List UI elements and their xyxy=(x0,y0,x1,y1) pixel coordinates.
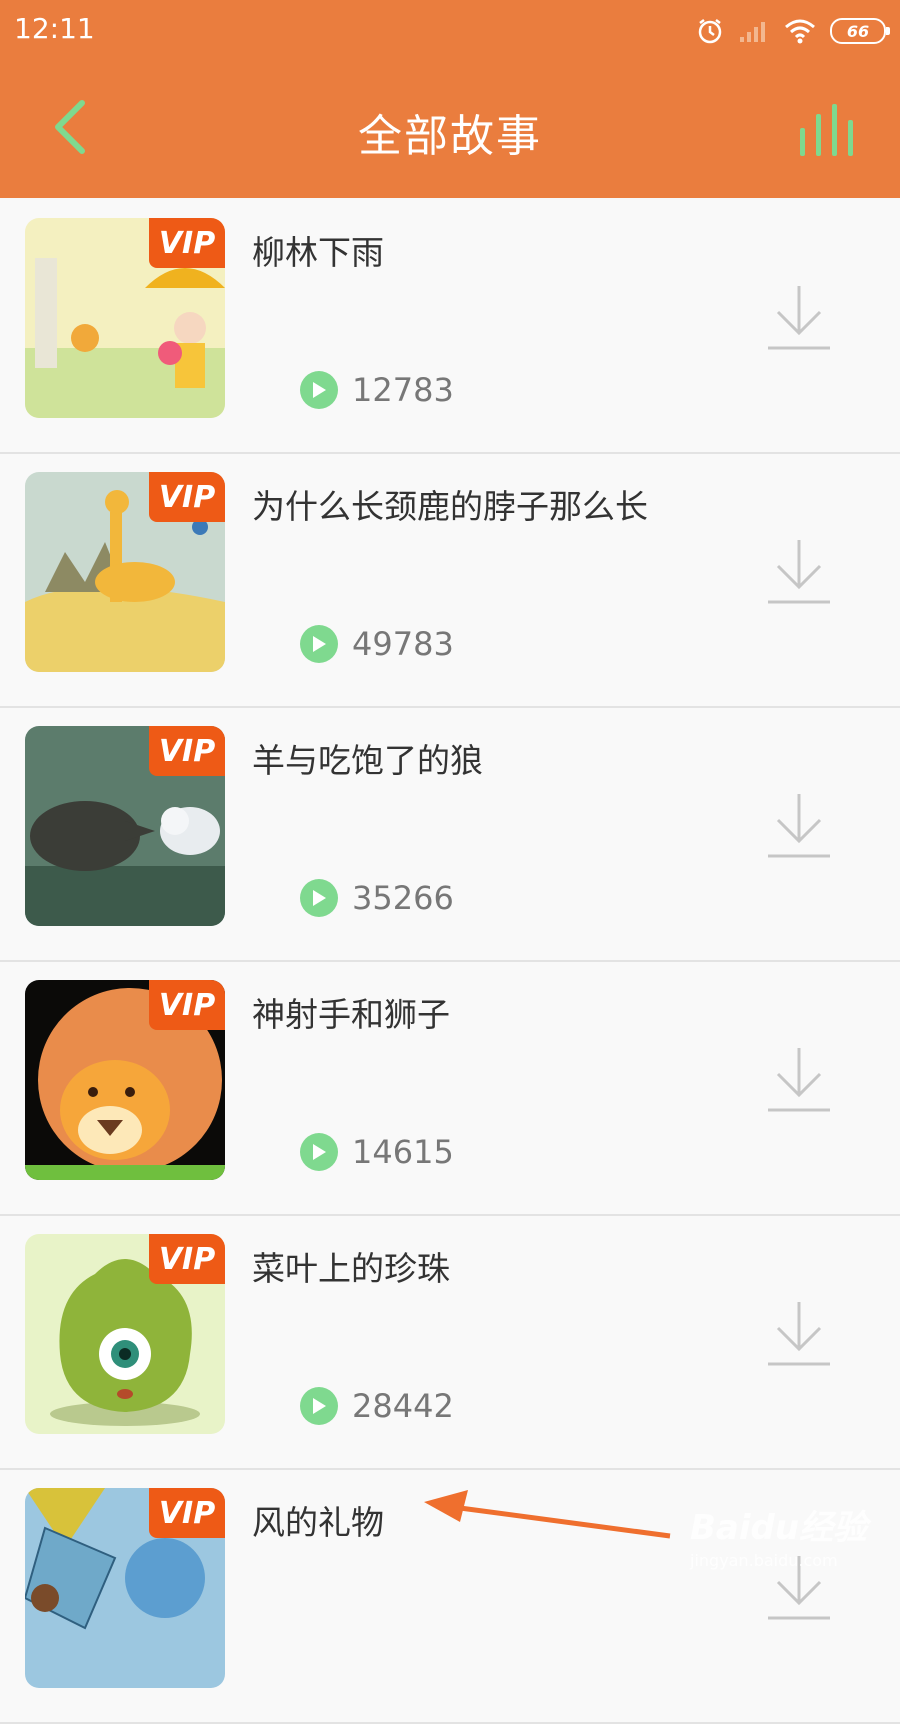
play-count-group: 35266 xyxy=(300,878,454,918)
story-cover: VIP xyxy=(25,726,225,926)
play-icon xyxy=(300,879,338,917)
play-icon xyxy=(300,1133,338,1171)
download-icon xyxy=(768,286,830,350)
download-button[interactable] xyxy=(766,1044,832,1114)
status-icons: 66 xyxy=(696,14,890,48)
equalizer-icon xyxy=(800,104,853,156)
download-icon xyxy=(768,794,830,858)
story-title: 风的礼物 xyxy=(252,1503,384,1542)
story-item[interactable]: VIP 为什么长颈鹿的脖子那么长 49783 xyxy=(0,454,900,708)
play-count: 49783 xyxy=(352,625,454,663)
play-count-group: 49783 xyxy=(300,624,454,664)
story-cover: VIP xyxy=(25,472,225,672)
watermark-url: jingyan.baidu.com xyxy=(690,1551,838,1570)
story-title: 为什么长颈鹿的脖子那么长 xyxy=(252,487,648,526)
story-item[interactable]: VIP 菜叶上的珍珠 28442 xyxy=(0,1216,900,1470)
vip-badge: VIP xyxy=(149,218,225,268)
download-icon xyxy=(768,1302,830,1366)
status-time: 12:11 xyxy=(14,12,95,45)
vip-badge: VIP xyxy=(149,726,225,776)
play-count-group: 14615 xyxy=(300,1132,454,1172)
now-playing-button[interactable] xyxy=(796,100,866,158)
story-title: 羊与吃饱了的狼 xyxy=(252,741,483,780)
play-icon xyxy=(300,371,338,409)
play-count-group: 28442 xyxy=(300,1386,454,1426)
story-item[interactable]: VIP 柳林下雨 12783 xyxy=(0,200,900,454)
play-count: 12783 xyxy=(352,371,454,409)
play-count: 28442 xyxy=(352,1387,454,1425)
vip-badge: VIP xyxy=(149,980,225,1030)
download-button[interactable] xyxy=(766,536,832,606)
story-item[interactable]: VIP 神射手和狮子 14615 xyxy=(0,962,900,1216)
nav-bar: 全部故事 xyxy=(0,62,900,198)
signal-icon xyxy=(740,22,765,42)
annotation-arrow-icon xyxy=(424,1490,671,1539)
app-header: 12:11 66 全部故事 xyxy=(0,0,900,198)
download-icon xyxy=(768,540,830,604)
play-count: 35266 xyxy=(352,879,454,917)
story-title: 菜叶上的珍珠 xyxy=(252,1249,450,1288)
play-icon xyxy=(300,1387,338,1425)
page-title: 全部故事 xyxy=(358,111,542,162)
vip-badge: VIP xyxy=(149,1488,225,1538)
download-icon xyxy=(768,1048,830,1112)
story-cover: VIP xyxy=(25,980,225,1180)
vip-badge: VIP xyxy=(149,472,225,522)
story-cover: VIP xyxy=(25,1488,225,1688)
play-icon xyxy=(300,625,338,663)
status-bar: 12:11 66 xyxy=(0,0,900,62)
vip-badge: VIP xyxy=(149,1234,225,1284)
story-item[interactable]: VIP 羊与吃饱了的狼 35266 xyxy=(0,708,900,962)
story-title: 柳林下雨 xyxy=(252,233,384,272)
download-button[interactable] xyxy=(766,790,832,860)
watermark: Baidu经验 jingyan.baidu.com xyxy=(690,1500,890,1590)
battery-level: 66 xyxy=(846,21,870,41)
battery-icon: 66 xyxy=(830,18,890,44)
download-button[interactable] xyxy=(766,282,832,352)
story-cover: VIP xyxy=(25,218,225,418)
play-count: 14615 xyxy=(352,1133,454,1171)
download-button[interactable] xyxy=(766,1298,832,1368)
play-count-group: 12783 xyxy=(300,370,454,410)
story-cover: VIP xyxy=(25,1234,225,1434)
alarm-icon xyxy=(698,19,722,44)
wifi-icon xyxy=(785,19,815,44)
story-title: 神射手和狮子 xyxy=(252,995,450,1034)
watermark-brand: Baidu经验 xyxy=(690,1508,868,1548)
